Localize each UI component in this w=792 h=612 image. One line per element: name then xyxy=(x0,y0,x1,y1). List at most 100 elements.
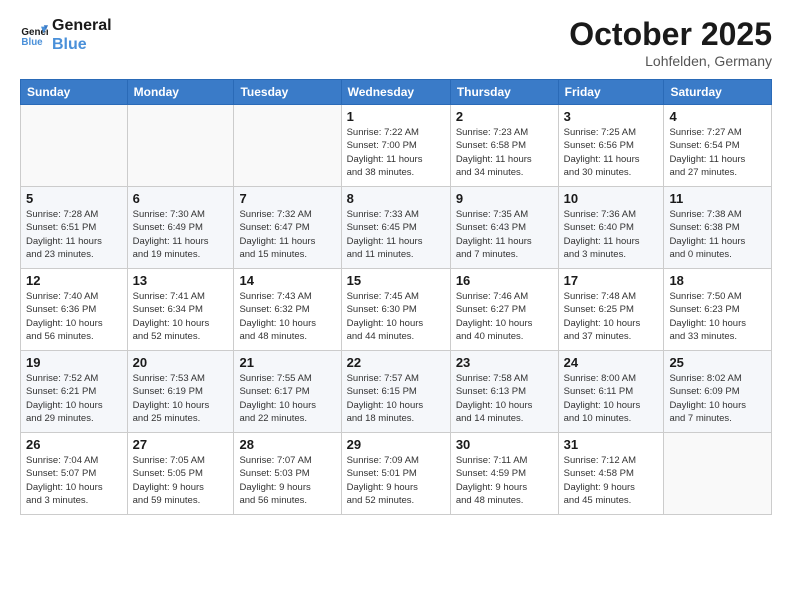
day-info: Sunrise: 7:55 AM Sunset: 6:17 PM Dayligh… xyxy=(239,372,335,425)
day-info: Sunrise: 7:36 AM Sunset: 6:40 PM Dayligh… xyxy=(564,208,659,261)
day-number: 24 xyxy=(564,355,659,370)
day-number: 28 xyxy=(239,437,335,452)
calendar-cell xyxy=(127,105,234,187)
calendar-cell: 25 Sunrise: 8:02 AM Sunset: 6:09 PM Dayli… xyxy=(664,351,772,433)
calendar-cell: 15 Sunrise: 7:45 AM Sunset: 6:30 PM Dayli… xyxy=(341,269,450,351)
calendar-cell: 10Sunrise: 7:36 AM Sunset: 6:40 PM Dayli… xyxy=(558,187,664,269)
day-number: 25 xyxy=(669,355,766,370)
weekday-header-saturday: Saturday xyxy=(664,80,772,105)
day-number: 19 xyxy=(26,355,122,370)
calendar-cell: 24 Sunrise: 8:00 AM Sunset: 6:11 PM Dayli… xyxy=(558,351,664,433)
calendar-cell: 14Sunrise: 7:43 AM Sunset: 6:32 PM Dayli… xyxy=(234,269,341,351)
calendar-cell: 19 Sunrise: 7:52 AM Sunset: 6:21 PM Dayli… xyxy=(21,351,128,433)
calendar-cell: 7 Sunrise: 7:32 AM Sunset: 6:47 PM Daylig… xyxy=(234,187,341,269)
day-info: Sunrise: 7:22 AM Sunset: 7:00 PM Dayligh… xyxy=(347,126,445,179)
calendar-cell: 16 Sunrise: 7:46 AM Sunset: 6:27 PM Dayli… xyxy=(450,269,558,351)
day-number: 15 xyxy=(347,273,445,288)
calendar-cell: 20 Sunrise: 7:53 AM Sunset: 6:19 PM Dayli… xyxy=(127,351,234,433)
calendar-cell: 9 Sunrise: 7:35 AM Sunset: 6:43 PM Daylig… xyxy=(450,187,558,269)
day-number: 12 xyxy=(26,273,122,288)
calendar-week-4: 19 Sunrise: 7:52 AM Sunset: 6:21 PM Dayli… xyxy=(21,351,772,433)
calendar-cell: 13Sunrise: 7:41 AM Sunset: 6:34 PM Dayli… xyxy=(127,269,234,351)
calendar-week-3: 12 Sunrise: 7:40 AM Sunset: 6:36 PM Dayli… xyxy=(21,269,772,351)
day-info: Sunrise: 7:57 AM Sunset: 6:15 PM Dayligh… xyxy=(347,372,445,425)
logo-text-line2: Blue xyxy=(52,35,112,54)
day-info: Sunrise: 7:23 AM Sunset: 6:58 PM Dayligh… xyxy=(456,126,553,179)
day-number: 7 xyxy=(239,191,335,206)
calendar-cell: 31 Sunrise: 7:12 AM Sunset: 4:58 PM Dayli… xyxy=(558,433,664,515)
day-number: 29 xyxy=(347,437,445,452)
calendar-cell: 28 Sunrise: 7:07 AM Sunset: 5:03 PM Dayli… xyxy=(234,433,341,515)
day-number: 31 xyxy=(564,437,659,452)
day-info: Sunrise: 7:58 AM Sunset: 6:13 PM Dayligh… xyxy=(456,372,553,425)
calendar-week-1: 1 Sunrise: 7:22 AM Sunset: 7:00 PM Daylig… xyxy=(21,105,772,187)
title-block: October 2025 Lohfelden, Germany xyxy=(569,16,772,69)
day-info: Sunrise: 7:52 AM Sunset: 6:21 PM Dayligh… xyxy=(26,372,122,425)
day-number: 4 xyxy=(669,109,766,124)
day-info: Sunrise: 7:04 AM Sunset: 5:07 PM Dayligh… xyxy=(26,454,122,507)
day-info: Sunrise: 7:50 AM Sunset: 6:23 PM Dayligh… xyxy=(669,290,766,343)
day-info: Sunrise: 7:07 AM Sunset: 5:03 PM Dayligh… xyxy=(239,454,335,507)
weekday-header-monday: Monday xyxy=(127,80,234,105)
day-number: 16 xyxy=(456,273,553,288)
day-info: Sunrise: 7:35 AM Sunset: 6:43 PM Dayligh… xyxy=(456,208,553,261)
day-info: Sunrise: 7:05 AM Sunset: 5:05 PM Dayligh… xyxy=(133,454,229,507)
calendar-cell: 29 Sunrise: 7:09 AM Sunset: 5:01 PM Dayli… xyxy=(341,433,450,515)
day-number: 20 xyxy=(133,355,229,370)
day-number: 9 xyxy=(456,191,553,206)
day-number: 22 xyxy=(347,355,445,370)
weekday-header-wednesday: Wednesday xyxy=(341,80,450,105)
calendar-cell: 4 Sunrise: 7:27 AM Sunset: 6:54 PM Daylig… xyxy=(664,105,772,187)
day-number: 14 xyxy=(239,273,335,288)
day-info: Sunrise: 7:11 AM Sunset: 4:59 PM Dayligh… xyxy=(456,454,553,507)
day-info: Sunrise: 7:30 AM Sunset: 6:49 PM Dayligh… xyxy=(133,208,229,261)
day-info: Sunrise: 7:27 AM Sunset: 6:54 PM Dayligh… xyxy=(669,126,766,179)
calendar-cell xyxy=(21,105,128,187)
page: General Blue General Blue October 2025 L… xyxy=(0,0,792,612)
day-number: 23 xyxy=(456,355,553,370)
calendar: SundayMondayTuesdayWednesdayThursdayFrid… xyxy=(20,79,772,515)
day-info: Sunrise: 7:45 AM Sunset: 6:30 PM Dayligh… xyxy=(347,290,445,343)
calendar-cell xyxy=(234,105,341,187)
day-info: Sunrise: 7:46 AM Sunset: 6:27 PM Dayligh… xyxy=(456,290,553,343)
day-number: 1 xyxy=(347,109,445,124)
day-number: 27 xyxy=(133,437,229,452)
day-number: 11 xyxy=(669,191,766,206)
day-info: Sunrise: 7:12 AM Sunset: 4:58 PM Dayligh… xyxy=(564,454,659,507)
calendar-cell: 30Sunrise: 7:11 AM Sunset: 4:59 PM Dayli… xyxy=(450,433,558,515)
day-number: 26 xyxy=(26,437,122,452)
calendar-week-2: 5 Sunrise: 7:28 AM Sunset: 6:51 PM Daylig… xyxy=(21,187,772,269)
svg-text:Blue: Blue xyxy=(21,37,43,48)
day-info: Sunrise: 7:40 AM Sunset: 6:36 PM Dayligh… xyxy=(26,290,122,343)
location: Lohfelden, Germany xyxy=(569,53,772,69)
logo-icon: General Blue xyxy=(20,21,48,49)
day-info: Sunrise: 7:25 AM Sunset: 6:56 PM Dayligh… xyxy=(564,126,659,179)
day-info: Sunrise: 8:02 AM Sunset: 6:09 PM Dayligh… xyxy=(669,372,766,425)
calendar-cell: 18Sunrise: 7:50 AM Sunset: 6:23 PM Dayli… xyxy=(664,269,772,351)
day-info: Sunrise: 7:33 AM Sunset: 6:45 PM Dayligh… xyxy=(347,208,445,261)
calendar-cell: 2Sunrise: 7:23 AM Sunset: 6:58 PM Daylig… xyxy=(450,105,558,187)
header: General Blue General Blue October 2025 L… xyxy=(20,16,772,69)
day-info: Sunrise: 8:00 AM Sunset: 6:11 PM Dayligh… xyxy=(564,372,659,425)
month-title: October 2025 xyxy=(569,16,772,53)
day-info: Sunrise: 7:32 AM Sunset: 6:47 PM Dayligh… xyxy=(239,208,335,261)
calendar-cell: 22 Sunrise: 7:57 AM Sunset: 6:15 PM Dayli… xyxy=(341,351,450,433)
calendar-cell: 1 Sunrise: 7:22 AM Sunset: 7:00 PM Daylig… xyxy=(341,105,450,187)
day-number: 8 xyxy=(347,191,445,206)
calendar-week-5: 26 Sunrise: 7:04 AM Sunset: 5:07 PM Dayli… xyxy=(21,433,772,515)
day-info: Sunrise: 7:09 AM Sunset: 5:01 PM Dayligh… xyxy=(347,454,445,507)
calendar-cell: 3Sunrise: 7:25 AM Sunset: 6:56 PM Daylig… xyxy=(558,105,664,187)
calendar-header-row: SundayMondayTuesdayWednesdayThursdayFrid… xyxy=(21,80,772,105)
calendar-cell: 21Sunrise: 7:55 AM Sunset: 6:17 PM Dayli… xyxy=(234,351,341,433)
weekday-header-tuesday: Tuesday xyxy=(234,80,341,105)
weekday-header-sunday: Sunday xyxy=(21,80,128,105)
logo: General Blue General Blue xyxy=(20,16,112,54)
weekday-header-friday: Friday xyxy=(558,80,664,105)
day-number: 5 xyxy=(26,191,122,206)
day-number: 17 xyxy=(564,273,659,288)
day-info: Sunrise: 7:38 AM Sunset: 6:38 PM Dayligh… xyxy=(669,208,766,261)
calendar-cell: 26 Sunrise: 7:04 AM Sunset: 5:07 PM Dayli… xyxy=(21,433,128,515)
day-info: Sunrise: 7:28 AM Sunset: 6:51 PM Dayligh… xyxy=(26,208,122,261)
day-number: 6 xyxy=(133,191,229,206)
day-info: Sunrise: 7:53 AM Sunset: 6:19 PM Dayligh… xyxy=(133,372,229,425)
